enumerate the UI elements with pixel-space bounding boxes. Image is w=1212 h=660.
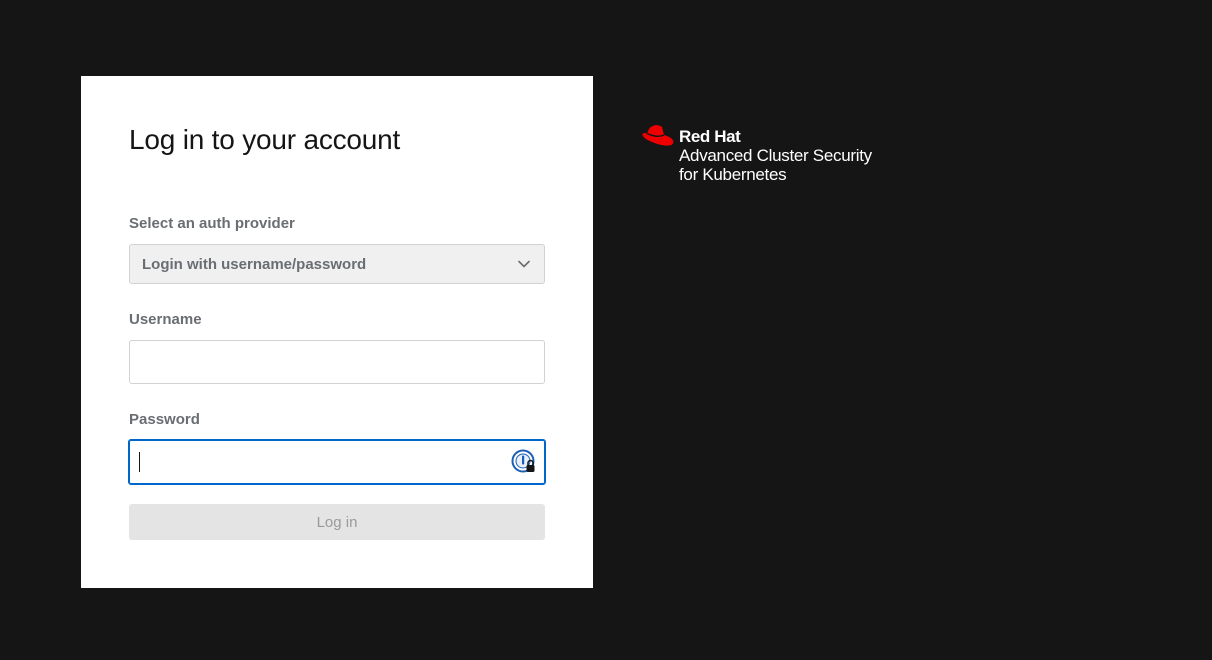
auth-provider-select[interactable]: Login with username/password <box>129 244 545 284</box>
chevron-down-icon <box>516 256 532 272</box>
brand-product-subtitle: for Kubernetes <box>679 165 787 184</box>
red-hat-fedora-icon <box>641 124 675 150</box>
login-card: Log in to your account Select an auth pr… <box>81 76 593 588</box>
brand-company-name: Red Hat <box>679 127 741 146</box>
login-button[interactable]: Log in <box>129 504 545 540</box>
username-input[interactable] <box>129 340 545 384</box>
username-label: Username <box>129 311 202 328</box>
password-input[interactable] <box>128 439 546 485</box>
brand-logo: Red Hat Advanced Cluster Security for Ku… <box>641 124 941 186</box>
password-manager-icon[interactable] <box>511 449 537 475</box>
brand-product-name: Advanced Cluster Security <box>679 146 872 165</box>
page-title: Log in to your account <box>129 124 401 155</box>
auth-provider-selected-value: Login with username/password <box>142 255 367 273</box>
login-page: Log in to your account Select an auth pr… <box>0 0 1212 660</box>
password-label: Password <box>129 411 200 428</box>
auth-provider-label: Select an auth provider <box>129 215 295 232</box>
